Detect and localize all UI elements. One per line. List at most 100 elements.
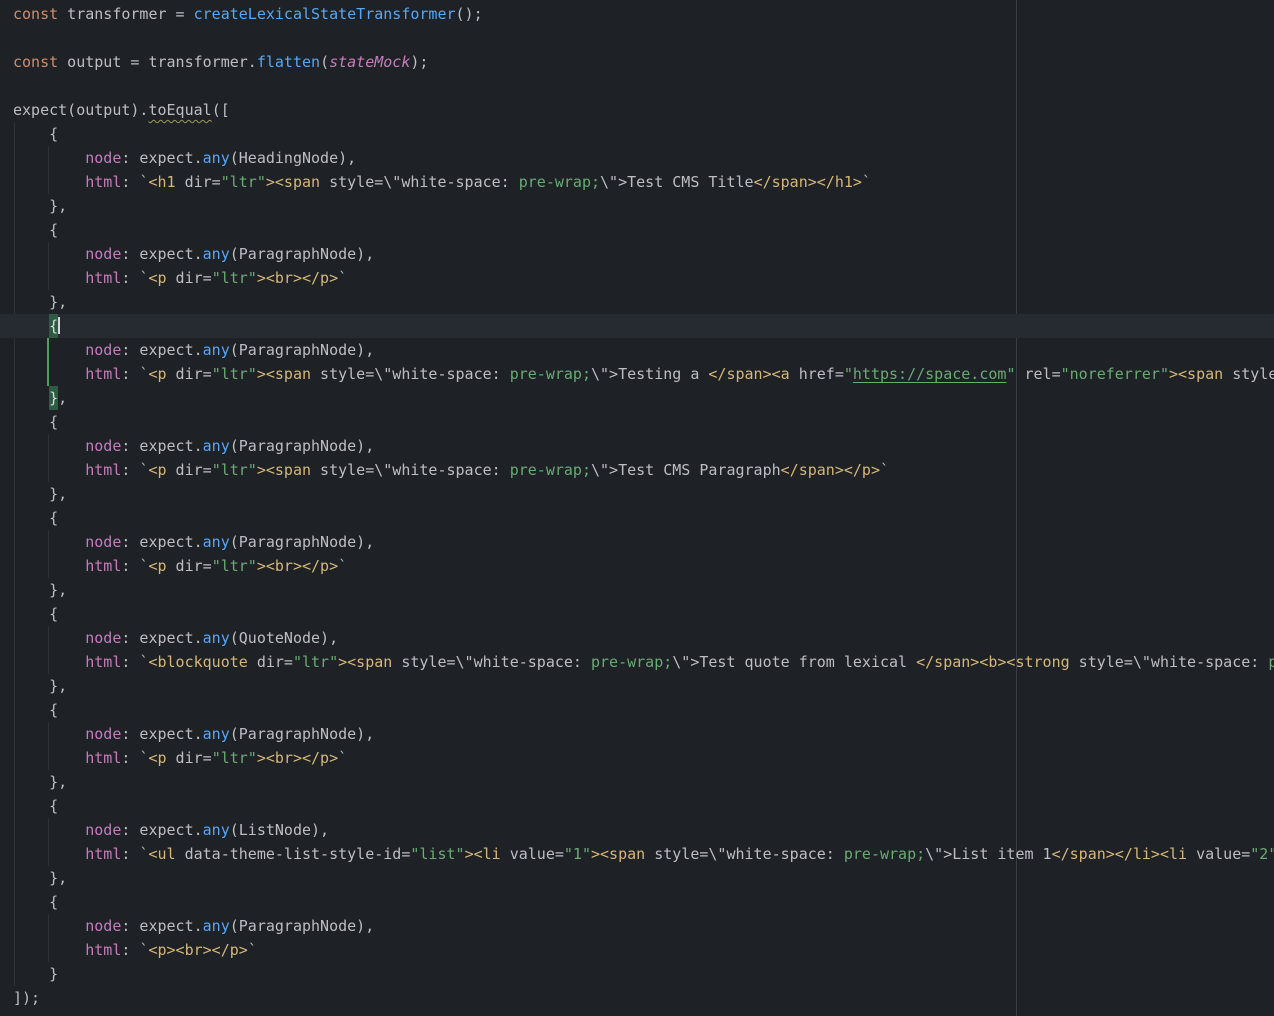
code-line[interactable]: const transformer = createLexicalStateTr… (0, 2, 1274, 26)
code-token (13, 365, 85, 383)
code-token: ><span (257, 461, 311, 479)
code-line[interactable]: node: expect.any(QuoteNode), (0, 626, 1274, 650)
code-line[interactable]: html: `<h1 dir="ltr"><span style=\"white… (0, 170, 1274, 194)
code-line[interactable]: }, (0, 194, 1274, 218)
code-token: <p (148, 461, 166, 479)
code-line[interactable]: } (0, 962, 1274, 986)
code-line[interactable]: }, (0, 290, 1274, 314)
code-token: <p (148, 749, 166, 767)
code-token: node (85, 917, 121, 935)
code-token: : expect. (121, 437, 202, 455)
code-token: { (49, 314, 58, 338)
code-token: \">Test CMS Title (600, 173, 754, 191)
code-line[interactable]: const output = transformer.flatten(state… (0, 50, 1274, 74)
code-token: style=\"white-space: (1223, 365, 1274, 383)
code-token: (); (456, 5, 483, 23)
code-line[interactable]: { (0, 602, 1274, 626)
code-line[interactable] (0, 26, 1274, 50)
hyperlink-string[interactable]: https://space.com (853, 365, 1007, 383)
code-editor: const transformer = createLexicalStateTr… (0, 0, 1274, 1016)
code-token: \">List item 1 (925, 845, 1051, 863)
code-line[interactable]: node: expect.any(ParagraphNode), (0, 722, 1274, 746)
code-token: dir= (248, 653, 293, 671)
code-line[interactable]: html: `<p dir="ltr"><br></p>` (0, 746, 1274, 770)
code-line[interactable]: { (0, 890, 1274, 914)
code-token: node (85, 821, 121, 839)
code-line[interactable]: }, (0, 770, 1274, 794)
code-token: ` (880, 461, 889, 479)
code-line[interactable]: node: expect.any(ParagraphNode), (0, 914, 1274, 938)
code-token: { (13, 605, 58, 623)
code-token: </span></p> (781, 461, 880, 479)
code-line[interactable]: node: expect.any(ListNode), (0, 818, 1274, 842)
code-token: html (85, 173, 121, 191)
code-token: dir= (167, 365, 212, 383)
code-token: any (203, 821, 230, 839)
code-token: <h1 (148, 173, 175, 191)
code-line[interactable]: { (0, 794, 1274, 818)
code-token: : (121, 557, 139, 575)
code-token: { (13, 701, 58, 719)
code-line[interactable]: node: expect.any(ParagraphNode), (0, 530, 1274, 554)
code-token: <p (148, 365, 166, 383)
code-token: flatten (257, 53, 320, 71)
code-line[interactable]: node: expect.any(ParagraphNode), (0, 242, 1274, 266)
code-token: style=\"white-space: (311, 461, 510, 479)
code-line[interactable]: html: `<p dir="ltr"><span style=\"white-… (0, 458, 1274, 482)
code-token: (ParagraphNode), (230, 533, 375, 551)
code-line[interactable]: }, (0, 482, 1274, 506)
code-token: ><span (591, 845, 645, 863)
code-token: : expect. (121, 725, 202, 743)
code-token (13, 389, 49, 407)
code-line[interactable]: node: expect.any(ParagraphNode), (0, 434, 1274, 458)
code-area[interactable]: const transformer = createLexicalStateTr… (0, 2, 1274, 1010)
code-token: : (121, 461, 139, 479)
code-token (13, 941, 85, 959)
code-token: }, (13, 197, 67, 215)
code-line[interactable]: }, (0, 674, 1274, 698)
code-token: (ParagraphNode), (230, 245, 375, 263)
code-token: " (844, 365, 853, 383)
code-line[interactable]: html: `<ul data-theme-list-style-id="lis… (0, 842, 1274, 866)
code-line[interactable]: { (0, 698, 1274, 722)
code-token: ><br></p> (257, 269, 338, 287)
code-token: , (58, 389, 67, 407)
code-line[interactable] (0, 74, 1274, 98)
code-line[interactable]: }, (0, 866, 1274, 890)
code-token: any (203, 245, 230, 263)
code-line[interactable]: expect(output).toEqual([ (0, 98, 1274, 122)
code-token (13, 245, 85, 263)
code-token: createLexicalStateTransformer (194, 5, 456, 23)
code-token: html (85, 749, 121, 767)
code-token: { (13, 413, 58, 431)
code-line[interactable]: html: `<p dir="ltr"><br></p>` (0, 266, 1274, 290)
code-line[interactable]: { (0, 506, 1274, 530)
code-line[interactable]: { (0, 314, 1274, 338)
code-token: "ltr" (293, 653, 338, 671)
code-token: ( (320, 53, 329, 71)
code-line[interactable]: node: expect.any(HeadingNode), (0, 146, 1274, 170)
code-token: : (121, 941, 139, 959)
code-line[interactable]: { (0, 122, 1274, 146)
code-line[interactable]: { (0, 218, 1274, 242)
code-line[interactable]: html: `<p><br></p>` (0, 938, 1274, 962)
code-line[interactable]: { (0, 410, 1274, 434)
code-token: "ltr" (221, 173, 266, 191)
code-line[interactable]: ]); (0, 986, 1274, 1010)
code-line[interactable]: }, (0, 386, 1274, 410)
code-token: pre-wrap; (591, 653, 672, 671)
code-line[interactable]: }, (0, 578, 1274, 602)
code-token: toEqual (148, 101, 211, 119)
code-line[interactable]: node: expect.any(ParagraphNode), (0, 338, 1274, 362)
code-token: "list" (410, 845, 464, 863)
code-token: <p (148, 557, 166, 575)
code-line[interactable]: html: `<p dir="ltr"><span style=\"white-… (0, 362, 1274, 386)
code-line[interactable]: html: `<blockquote dir="ltr"><span style… (0, 650, 1274, 674)
code-token: ><br></p> (257, 557, 338, 575)
code-line[interactable]: html: `<p dir="ltr"><br></p>` (0, 554, 1274, 578)
code-token: (HeadingNode), (230, 149, 356, 167)
code-token (13, 461, 85, 479)
code-token: href= (790, 365, 844, 383)
code-token: dir= (167, 461, 212, 479)
code-token: html (85, 941, 121, 959)
